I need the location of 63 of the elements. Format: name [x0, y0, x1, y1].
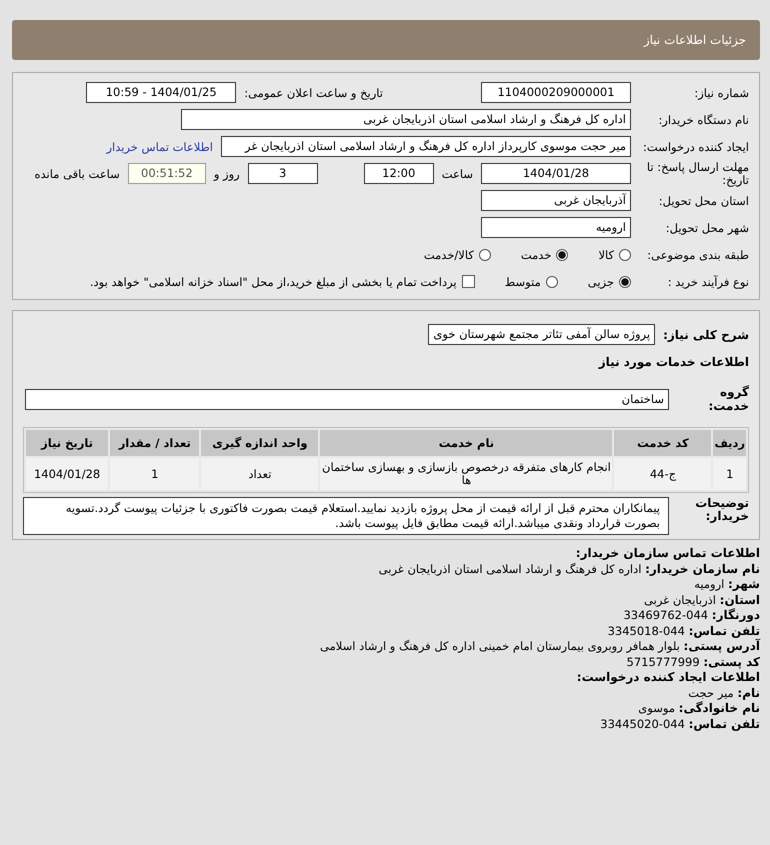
column-header: نام خدمت	[320, 430, 612, 456]
field-label: شهر محل تحویل:	[664, 220, 749, 234]
field-label: طبقه بندی موضوعی:	[646, 248, 749, 262]
radio-button[interactable]	[619, 276, 631, 288]
radio-button[interactable]	[556, 248, 568, 260]
contact-line: نام: میر حجت	[687, 686, 760, 701]
field-label: شرح کلی نیاز:	[663, 328, 749, 342]
province-field: آذربایجان غربی	[481, 190, 631, 211]
contact-line: استان: اذربایجان غربی	[643, 592, 760, 608]
contact-line: آدرس پستی: بلوار همافر روبروی بیمارستان امام خمینی اداره کل فرهنگ و ارشاد اسلامی	[319, 639, 760, 654]
deadline-time-field: 12:00	[364, 163, 434, 184]
column-header: کد خدمت	[614, 430, 712, 456]
radio-label: خدمت	[520, 248, 552, 262]
column-header: تاریخ نیاز	[26, 430, 108, 456]
checkbox[interactable]	[462, 275, 475, 288]
radio-label: متوسط	[504, 274, 541, 288]
contact-line: نام خانوادگی: موسوی	[637, 701, 760, 716]
radio-label: کالا	[598, 248, 614, 262]
radio-label: کالا/خدمت	[424, 248, 474, 262]
section-title: اطلاعات خدمات مورد نیاز	[598, 354, 749, 368]
field-label: روز و	[214, 166, 240, 180]
field-label: توضیحات خریدار:	[694, 497, 749, 524]
field-label: نوع فرآیند خرید :	[666, 274, 749, 288]
need-number-field: 1104000209000001	[481, 82, 631, 103]
table-cell: تعداد	[201, 458, 318, 490]
deadline-date-field: 1404/01/28	[481, 163, 631, 184]
announce-date-field: 1404/01/25 - 10:59	[86, 82, 236, 103]
table-cell: 1404/01/28	[26, 458, 108, 490]
buyer-contact-link[interactable]: اطلاعات تماس خریدار	[106, 140, 213, 154]
contact-section-title: اطلاعات تماس سازمان خریدار:	[574, 546, 760, 562]
requester-field: میر حجت موسوی کارپرداز اداره کل فرهنگ و ارشاد اسلامی استان اذربایجان غر	[221, 136, 631, 157]
checkbox-label: پرداخت تمام یا بخشی از مبلغ خرید،از محل "اسناد خزانه اسلامی" خواهد بود.	[90, 274, 457, 288]
service-group-field: ساختمان	[25, 388, 669, 410]
radio-button[interactable]	[619, 248, 631, 260]
field-label: مهلت ارسال پاسخ: تا تاریخ:	[646, 160, 749, 186]
field-label: ساعت	[442, 166, 473, 180]
field-label: تاریخ و ساعت اعلان عمومی:	[244, 86, 383, 100]
column-header: تعداد / مقدار	[110, 430, 200, 456]
field-label: گروه خدمت:	[707, 385, 749, 413]
contact-line: شهر: ارومیه	[693, 577, 760, 592]
contact-section-title: اطلاعات ایجاد کننده درخواست:	[576, 670, 760, 686]
field-label: شماره نیاز:	[693, 86, 749, 100]
field-label: ساعت باقی مانده	[34, 166, 120, 180]
field-label: ایجاد کننده درخواست:	[642, 140, 749, 154]
radio-button[interactable]	[546, 276, 558, 288]
table-cell: 1	[713, 458, 746, 490]
buyer-notes-field: پیمانکاران محترم قبل از ارائه قیمت از محل پروژه بازدید نمایید.استعلام قیمت بصورت فاکتوری با جزئیات پیوست گردد.تسویه بصورت قرارداد ونقدی میباشد.ارائه قیمت مطابق فایل پیوست باشد.	[23, 497, 669, 535]
column-header: واحد اندازه گیری	[201, 430, 318, 456]
page-title: جزئیات اطلاعات نیاز	[644, 33, 746, 47]
radio-button[interactable]	[478, 248, 491, 260]
field-label: نام دستگاه خریدار:	[657, 112, 749, 126]
field-label: استان محل تحویل:	[658, 194, 749, 208]
table-cell: انجام کارهای متفرقه درخصوص بازسازی و بهسازی ساختمان ها	[320, 458, 612, 490]
table-cell: ج-44	[614, 458, 712, 490]
summary-field: پروژه سالن آمفی تئاتر مجتمع شهرستان خوی	[428, 324, 656, 345]
buyer-org-field: اداره کل فرهنگ و ارشاد اسلامی استان اذربایجان غربی	[181, 109, 631, 130]
days-field: 3	[248, 163, 318, 184]
remaining-time-field: 00:51:52	[128, 163, 206, 184]
contact-line: نام سازمان خریدار: اداره کل فرهنگ و ارشاد اسلامی استان اذربایجان غربی	[378, 562, 760, 577]
table-cell: 1	[110, 458, 200, 490]
city-field: ارومیه	[481, 217, 631, 238]
column-header: ردیف	[713, 430, 746, 456]
radio-label: جزیی	[588, 274, 614, 288]
